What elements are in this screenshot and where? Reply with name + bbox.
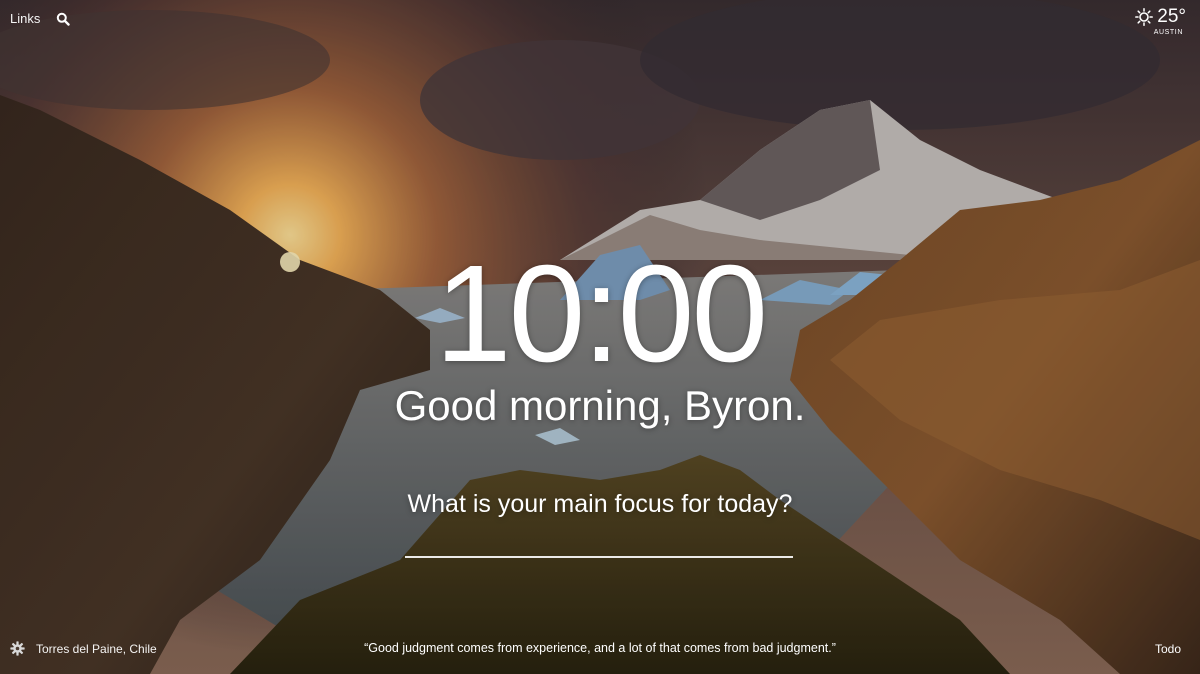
links-button[interactable]: Links bbox=[10, 11, 40, 26]
clock: 10:00 bbox=[434, 237, 768, 391]
sun-icon bbox=[1135, 8, 1154, 26]
top-left-bar: Links bbox=[10, 11, 71, 26]
todo-button[interactable]: Todo bbox=[1155, 642, 1181, 656]
search-icon[interactable] bbox=[56, 12, 71, 26]
daily-quote[interactable]: “Good judgment comes from experience, an… bbox=[0, 641, 1200, 655]
weather-city: AUSTIN bbox=[1153, 29, 1183, 36]
focus-question: What is your main focus for today? bbox=[407, 490, 793, 518]
greeting: Good morning, Byron. bbox=[394, 382, 806, 429]
weather-temperature: 25° bbox=[1157, 6, 1186, 27]
focus-input[interactable] bbox=[405, 530, 793, 558]
weather-row: 25° bbox=[1135, 6, 1186, 28]
weather-widget[interactable]: 25° AUSTIN bbox=[1135, 6, 1186, 36]
